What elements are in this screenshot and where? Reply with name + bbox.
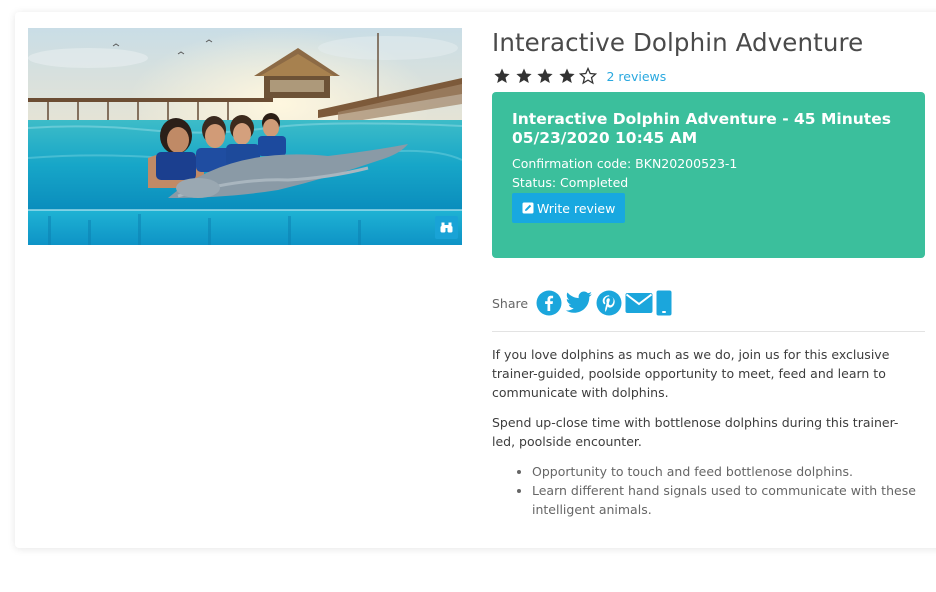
star-filled-icon — [537, 68, 553, 83]
dolphin-photo-illustration — [28, 28, 462, 245]
activity-photo[interactable] — [28, 28, 462, 245]
booking-datetime: 05/23/2020 10:45 AM — [512, 129, 698, 147]
write-review-label: Write review — [537, 200, 616, 216]
highlights-list: Opportunity to touch and feed bottlenose… — [532, 462, 920, 519]
description-paragraph: Spend up-close time with bottlenose dolp… — [492, 415, 899, 449]
rating-row: 2 reviews — [493, 67, 666, 85]
star-filled-icon — [515, 68, 532, 83]
description-paragraph: If you love dolphins as much as we do, j… — [492, 347, 890, 400]
star-empty-icon — [579, 67, 597, 85]
write-review-button[interactable]: Write review — [512, 193, 626, 223]
booking-summary: Interactive Dolphin Adventure - 45 Minut… — [492, 92, 925, 258]
zoom-image-button[interactable] — [435, 216, 458, 239]
pinterest-icon[interactable] — [596, 290, 622, 316]
confirmation-code: Confirmation code: BKN20200523-1 — [512, 156, 738, 171]
list-item: Learn different hand signals used to com… — [532, 481, 920, 519]
star-filled-icon — [558, 68, 575, 83]
activity-title: Interactive Dolphin Adventure — [492, 28, 864, 57]
share-label: Share — [492, 295, 529, 311]
star-filled-icon — [494, 68, 510, 83]
booking-title: Interactive Dolphin Adventure - 45 Minut… — [512, 110, 891, 128]
booking-status: Status: Completed — [512, 175, 629, 190]
divider — [492, 331, 925, 332]
activity-description: If you love dolphins as much as we do, j… — [492, 345, 920, 519]
mobile-icon[interactable] — [656, 290, 672, 316]
email-icon[interactable] — [625, 292, 653, 314]
share-bar: Share — [492, 290, 675, 316]
twitter-icon[interactable] — [565, 291, 593, 315]
reviews-link[interactable]: 2 reviews — [607, 69, 667, 84]
binoculars-icon — [440, 222, 453, 233]
facebook-icon[interactable] — [536, 290, 562, 316]
edit-icon — [522, 202, 534, 214]
star-rating — [493, 67, 601, 85]
list-item: Opportunity to touch and feed bottlenose… — [532, 462, 920, 481]
